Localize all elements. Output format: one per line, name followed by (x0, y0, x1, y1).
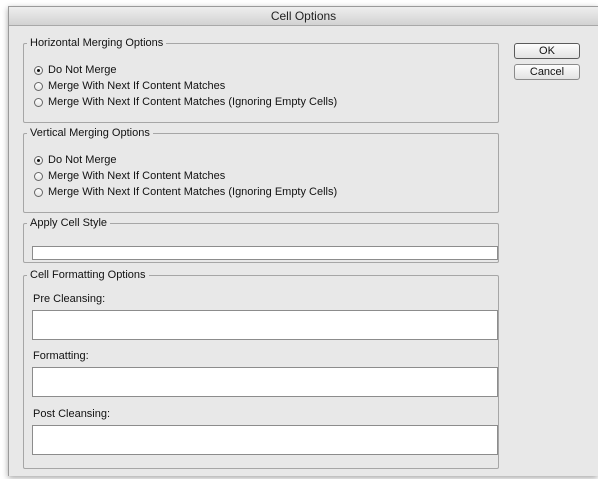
horizontal-merging-legend: Horizontal Merging Options (30, 37, 164, 49)
vertical-merging-group: Vertical Merging Options Do Not Merge Me… (23, 127, 499, 213)
pre-cleansing-label: Pre Cleansing: (33, 293, 106, 305)
radio-unselected-icon[interactable] (34, 171, 43, 181)
formatting-label: Formatting: (33, 350, 89, 362)
pre-cleansing-field[interactable] (32, 310, 498, 340)
vertical-option-do-not-merge[interactable]: Do Not Merge (34, 153, 116, 167)
window-title: Cell Options (270, 9, 337, 23)
option-label: Merge With Next If Content Matches (Igno… (48, 96, 338, 108)
ok-button[interactable]: OK (514, 43, 580, 59)
apply-cell-style-legend: Apply Cell Style (30, 217, 108, 229)
radio-selected-icon[interactable] (34, 65, 43, 75)
radio-unselected-icon[interactable] (34, 187, 43, 197)
option-label: Merge With Next If Content Matches (48, 170, 226, 182)
radio-selected-icon[interactable] (34, 155, 43, 165)
radio-unselected-icon[interactable] (34, 81, 43, 91)
option-label: Merge With Next If Content Matches (Igno… (48, 186, 338, 198)
formatting-field[interactable] (32, 367, 498, 397)
horizontal-option-do-not-merge[interactable]: Do Not Merge (34, 63, 116, 77)
option-label: Merge With Next If Content Matches (48, 80, 226, 92)
option-label: Do Not Merge (48, 64, 117, 76)
horizontal-option-merge-ignoring-empty[interactable]: Merge With Next If Content Matches (Igno… (34, 95, 337, 109)
vertical-option-merge-ignoring-empty[interactable]: Merge With Next If Content Matches (Igno… (34, 185, 337, 199)
vertical-merging-legend: Vertical Merging Options (30, 127, 150, 139)
post-cleansing-label: Post Cleansing: (33, 408, 111, 420)
horizontal-merging-group: Horizontal Merging Options Do Not Merge … (23, 37, 499, 123)
cell-formatting-group: Cell Formatting Options Pre Cleansing: F… (23, 269, 499, 469)
cancel-button[interactable]: Cancel (514, 64, 580, 80)
cell-style-field[interactable] (32, 246, 498, 260)
cell-options-dialog: Cell Options Horizontal Merging Options … (8, 6, 598, 476)
vertical-option-merge-if-matches[interactable]: Merge With Next If Content Matches (34, 169, 225, 183)
radio-unselected-icon[interactable] (34, 97, 43, 107)
dialog-content: Horizontal Merging Options Do Not Merge … (9, 26, 598, 476)
cell-formatting-legend: Cell Formatting Options (30, 269, 146, 281)
horizontal-option-merge-if-matches[interactable]: Merge With Next If Content Matches (34, 79, 225, 93)
post-cleansing-field[interactable] (32, 425, 498, 455)
option-label: Do Not Merge (48, 154, 117, 166)
title-bar[interactable]: Cell Options (9, 7, 598, 26)
apply-cell-style-group: Apply Cell Style (23, 217, 499, 263)
